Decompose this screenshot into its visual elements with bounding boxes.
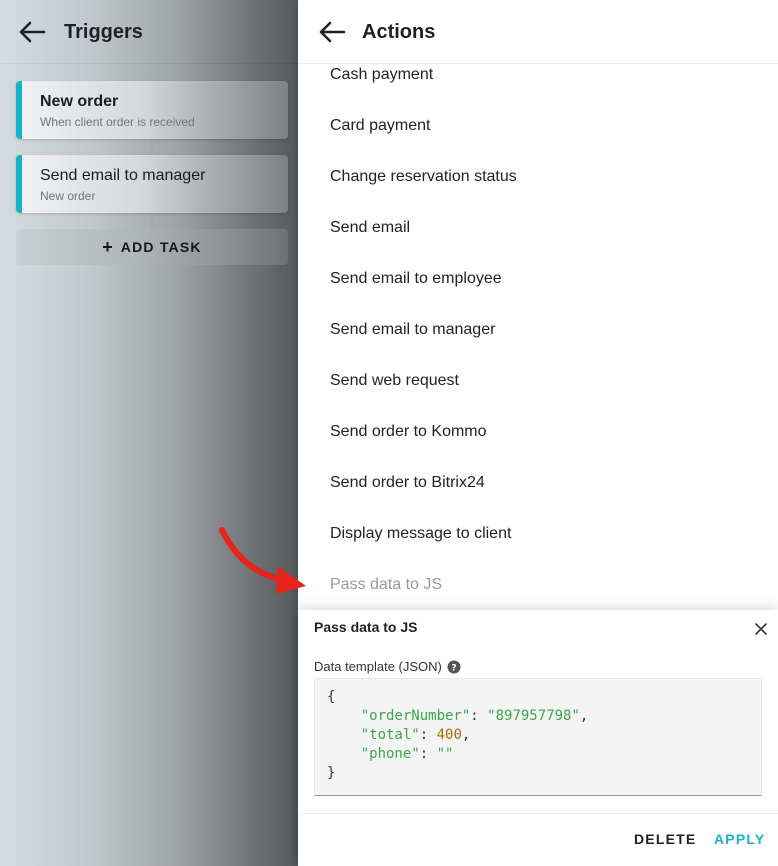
plus-icon: +	[102, 237, 113, 257]
delete-button[interactable]: DELETE	[634, 831, 696, 847]
triggers-header: Triggers	[0, 0, 298, 64]
back-arrow-icon[interactable]	[18, 20, 46, 44]
json-close-brace: }	[327, 765, 336, 781]
task-card-title: Send email to manager	[40, 167, 206, 184]
triggers-title: Triggers	[64, 21, 143, 43]
connector-line	[150, 138, 153, 155]
action-item-send-email[interactable]: Send email	[330, 219, 410, 237]
pass-data-to-js-sheet: Pass data to JS Data template (JSON) ? {…	[298, 610, 778, 866]
json-key: "total"	[360, 727, 420, 743]
actions-list: Cash payment Card payment Change reserva…	[298, 64, 778, 610]
json-value: "897957798"	[487, 708, 580, 724]
action-item-send-web-request[interactable]: Send web request	[330, 372, 459, 390]
action-item-send-email-to-manager[interactable]: Send email to manager	[330, 321, 495, 339]
task-card-send-email-to-manager[interactable]: Send email to manager New order	[16, 155, 288, 213]
json-key: "phone"	[360, 746, 420, 762]
action-item-send-order-to-bitrix24[interactable]: Send order to Bitrix24	[330, 474, 485, 492]
action-item-cash-payment[interactable]: Cash payment	[330, 66, 433, 84]
action-item-display-message-to-client[interactable]: Display message to client	[330, 525, 511, 543]
back-arrow-icon[interactable]	[318, 20, 346, 44]
sheet-divider	[298, 813, 778, 814]
add-task-button[interactable]: + ADD TASK	[16, 229, 288, 265]
close-icon[interactable]	[750, 618, 772, 640]
help-icon[interactable]: ?	[447, 660, 461, 674]
json-code: { "orderNumber": "897957798", "total": 4…	[327, 689, 589, 781]
task-card-subtitle: New order	[40, 189, 96, 203]
trigger-card-title: New order	[40, 93, 119, 110]
triggers-panel: Triggers New order When client order is …	[0, 0, 298, 866]
json-comma: ,	[461, 727, 471, 743]
json-value: ""	[436, 746, 454, 762]
actions-title: Actions	[362, 21, 436, 43]
json-key: "orderNumber"	[360, 708, 471, 724]
connector-line	[150, 212, 153, 229]
trigger-card-new-order[interactable]: New order When client order is received	[16, 81, 288, 139]
json-open-brace: {	[327, 689, 336, 705]
data-template-label-text: Data template (JSON)	[314, 659, 442, 674]
trigger-card-subtitle: When client order is received	[40, 115, 195, 129]
json-comma: ,	[579, 708, 589, 724]
actions-header: Actions	[298, 0, 778, 64]
apply-button[interactable]: APPLY	[714, 831, 765, 847]
action-item-card-payment[interactable]: Card payment	[330, 117, 431, 135]
action-item-change-reservation-status[interactable]: Change reservation status	[330, 168, 517, 186]
action-item-send-email-to-employee[interactable]: Send email to employee	[330, 270, 502, 288]
action-item-send-order-to-kommo[interactable]: Send order to Kommo	[330, 423, 487, 441]
json-value: 400	[436, 727, 462, 743]
json-template-editor[interactable]: { "orderNumber": "897957798", "total": 4…	[314, 678, 762, 796]
sheet-title: Pass data to JS	[314, 619, 418, 635]
add-task-label: ADD TASK	[120, 239, 202, 255]
data-template-label: Data template (JSON) ?	[314, 659, 461, 674]
annotation-arrow-icon	[219, 527, 306, 594]
action-item-pass-data-to-js[interactable]: Pass data to JS	[330, 576, 442, 594]
svg-text:?: ?	[451, 663, 456, 673]
